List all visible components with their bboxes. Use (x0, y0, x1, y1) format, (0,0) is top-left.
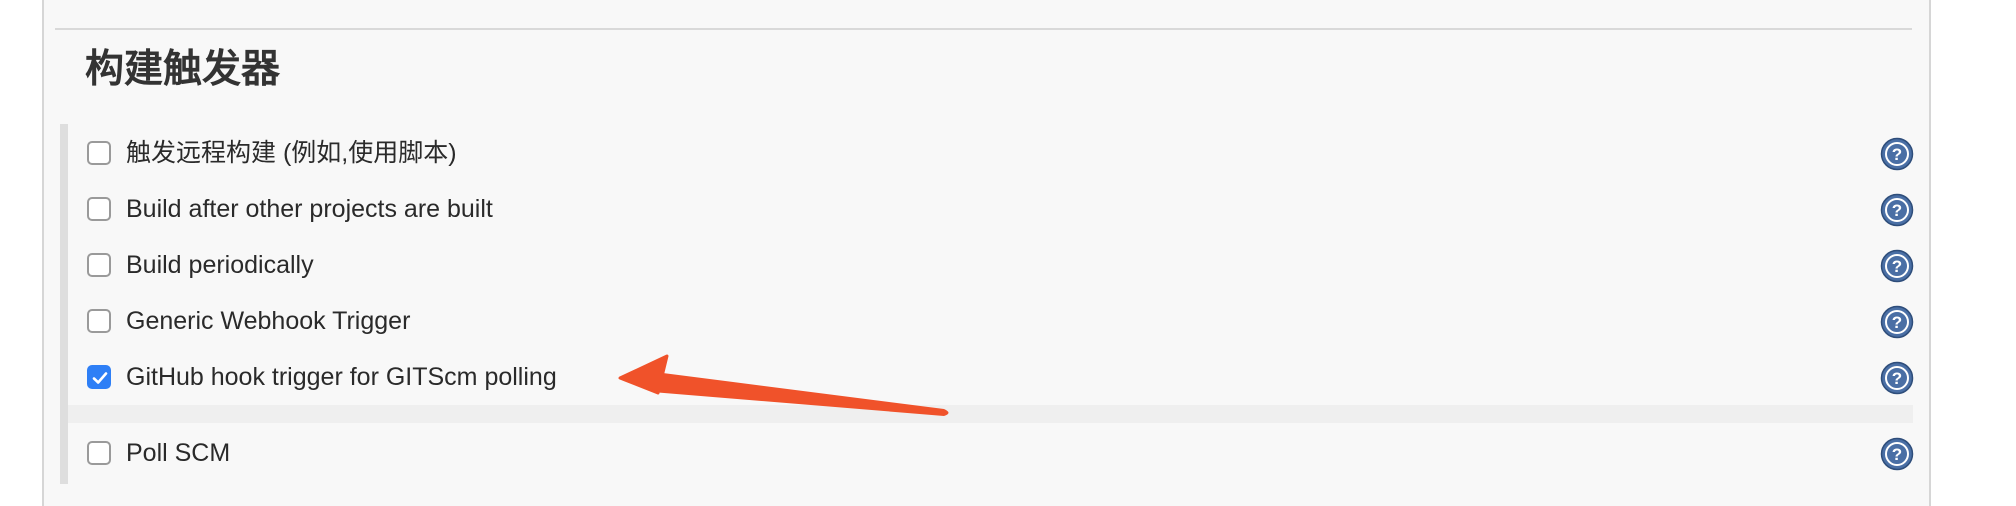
build-triggers-list: 触发远程构建 (例如,使用脚本) ? Build after other pro… (60, 124, 1914, 484)
svg-text:?: ? (1892, 145, 1902, 164)
trigger-after-other-label[interactable]: Build after other projects are built (126, 194, 493, 224)
trigger-generic-webhook-checkbox[interactable] (87, 309, 111, 333)
trigger-after-other-checkbox[interactable] (87, 197, 111, 221)
help-icon[interactable]: ? (1880, 193, 1914, 227)
help-icon[interactable]: ? (1880, 305, 1914, 339)
trigger-periodically-checkbox[interactable] (87, 253, 111, 277)
trigger-row-poll-scm: Poll SCM ? (68, 425, 1914, 481)
trigger-github-hook-label[interactable]: GitHub hook trigger for GITScm polling (126, 362, 557, 392)
section-divider (55, 28, 1912, 30)
svg-text:?: ? (1892, 313, 1902, 332)
help-icon[interactable]: ? (1880, 361, 1914, 395)
trigger-remote-label[interactable]: 触发远程构建 (例如,使用脚本) (126, 138, 457, 168)
trigger-periodically-label[interactable]: Build periodically (126, 250, 314, 280)
trigger-poll-scm-label[interactable]: Poll SCM (126, 438, 230, 468)
trigger-row-remote: 触发远程构建 (例如,使用脚本) ? (68, 125, 1914, 181)
trigger-row-periodically: Build periodically ? (68, 237, 1914, 293)
trigger-remote-checkbox[interactable] (87, 141, 111, 165)
trigger-poll-scm-checkbox[interactable] (87, 441, 111, 465)
trigger-github-hook-checkbox[interactable] (87, 365, 111, 389)
expanded-section-spacer (68, 405, 1913, 423)
config-panel: 构建触发器 触发远程构建 (例如,使用脚本) ? Build after oth… (42, 0, 1931, 506)
svg-text:?: ? (1892, 445, 1902, 464)
trigger-generic-webhook-label[interactable]: Generic Webhook Trigger (126, 306, 410, 336)
help-icon[interactable]: ? (1880, 437, 1914, 471)
jenkins-config-page: 构建触发器 触发远程构建 (例如,使用脚本) ? Build after oth… (0, 0, 2016, 506)
checkmark-icon (92, 372, 108, 384)
svg-text:?: ? (1892, 257, 1902, 276)
trigger-row-github-hook: GitHub hook trigger for GITScm polling ? (68, 349, 1914, 405)
trigger-row-after-other: Build after other projects are built ? (68, 181, 1914, 237)
trigger-row-generic-webhook: Generic Webhook Trigger ? (68, 293, 1914, 349)
section-title: 构建触发器 (85, 48, 281, 91)
help-icon[interactable]: ? (1880, 249, 1914, 283)
help-icon[interactable]: ? (1880, 137, 1914, 171)
svg-text:?: ? (1892, 201, 1902, 220)
svg-text:?: ? (1892, 369, 1902, 388)
